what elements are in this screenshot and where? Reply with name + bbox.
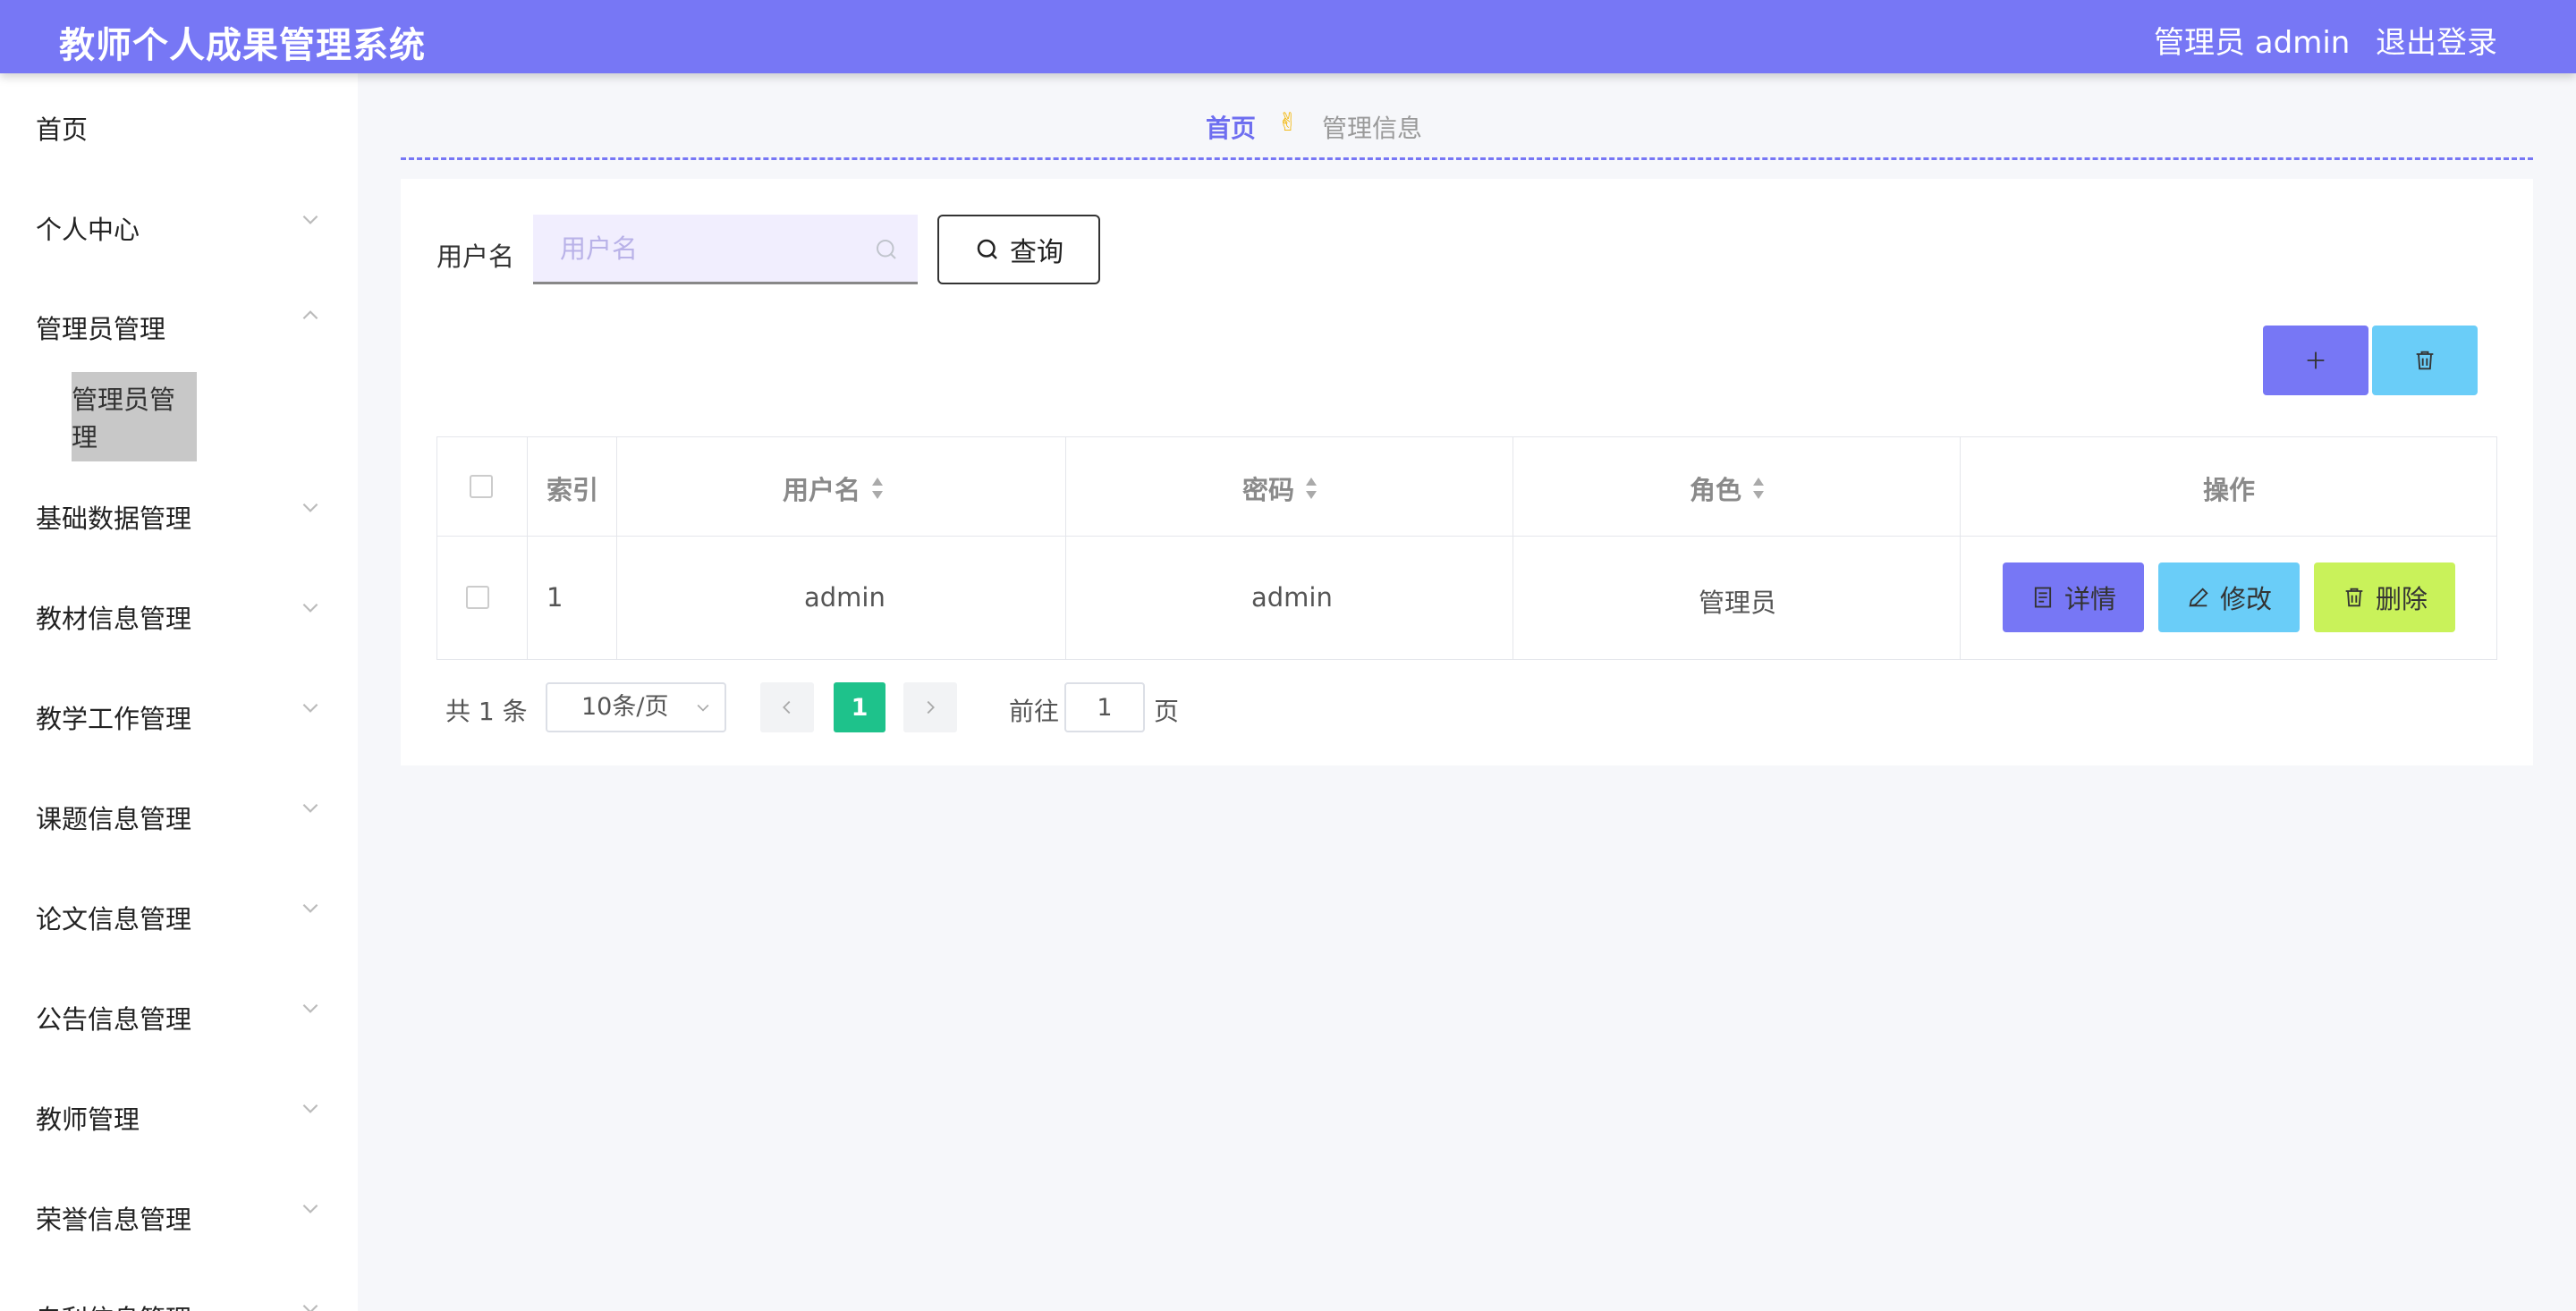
user-info: 管理员 admin xyxy=(2154,25,2351,61)
goto-page-input[interactable] xyxy=(1064,682,1145,732)
search-icon xyxy=(977,239,997,259)
chevron-right-icon xyxy=(927,700,935,715)
cell-username: admin xyxy=(804,582,886,613)
sort-icon xyxy=(1753,478,1765,499)
page-number-current[interactable]: 1 xyxy=(834,682,886,732)
search-label: 用户名 xyxy=(436,241,515,272)
edit-button-label: 修改 xyxy=(2219,584,2272,614)
sidebar-subitem-admin-management[interactable]: 管理员管理 xyxy=(72,372,197,461)
chevron-down-icon xyxy=(299,696,322,719)
chevron-down-icon xyxy=(299,1297,322,1311)
pagination-total: 共 1 条 xyxy=(445,697,528,726)
app-title: 教师个人成果管理系统 xyxy=(59,25,426,66)
sidebar-item-admin-management[interactable]: 管理员管理 xyxy=(36,309,165,346)
column-header-role[interactable]: 角色 xyxy=(1690,469,1767,507)
batch-delete-button[interactable] xyxy=(2372,326,2478,395)
column-header-password[interactable]: 密码 xyxy=(1242,469,1319,507)
cell-index: 1 xyxy=(547,582,564,613)
next-page-button[interactable] xyxy=(903,682,957,732)
chevron-down-icon xyxy=(299,495,322,519)
sidebar-item-textbook[interactable]: 教材信息管理 xyxy=(36,598,191,636)
breadcrumb-separator-icon: ✌ xyxy=(1277,107,1299,137)
search-input[interactable] xyxy=(533,215,918,284)
search-icon xyxy=(873,236,900,263)
detail-button-label: 详情 xyxy=(2063,584,2116,614)
sidebar-item-project[interactable]: 课题信息管理 xyxy=(36,799,191,836)
sidebar-item-teaching-work[interactable]: 教学工作管理 xyxy=(36,698,191,736)
trash-icon xyxy=(2416,351,2434,370)
chevron-down-icon xyxy=(299,1197,322,1220)
plus-icon xyxy=(2307,351,2325,369)
trash-icon xyxy=(2345,588,2363,607)
chevron-down-icon xyxy=(299,996,322,1019)
edit-button[interactable]: 修改 xyxy=(2158,562,2300,632)
logout-link[interactable]: 退出登录 xyxy=(2376,18,2497,62)
detail-button[interactable]: 详情 xyxy=(2003,562,2144,632)
sidebar-item-basic-data[interactable]: 基础数据管理 xyxy=(36,498,191,536)
chevron-down-icon xyxy=(299,896,322,919)
cell-role: 管理员 xyxy=(1699,588,1777,618)
sidebar-item-honor[interactable]: 荣誉信息管理 xyxy=(36,1199,191,1237)
chevron-left-icon xyxy=(783,700,791,715)
sidebar-item-home[interactable]: 首页 xyxy=(36,109,88,147)
add-button[interactable] xyxy=(2263,326,2368,395)
delete-button[interactable]: 删除 xyxy=(2314,562,2455,632)
sort-icon xyxy=(872,478,884,499)
chevron-up-icon xyxy=(299,304,322,327)
column-header-actions: 操作 xyxy=(2203,475,2256,505)
top-header: 教师个人成果管理系统 管理员 admin 退出登录 xyxy=(0,0,2576,73)
sidebar-item-patent[interactable]: 专利信息管理 xyxy=(36,1298,191,1311)
sidebar: 首页 个人中心 管理员管理 管理员管理 基础数据管理 教材信息管理 教学工作管理… xyxy=(0,73,358,1311)
breadcrumb-current: 管理信息 xyxy=(1322,114,1423,143)
page-size-value: 10条/页 xyxy=(581,693,669,721)
sidebar-item-paper[interactable]: 论文信息管理 xyxy=(36,899,191,936)
chevron-down-icon xyxy=(299,796,322,819)
column-header-username[interactable]: 用户名 xyxy=(783,469,886,507)
delete-button-label: 删除 xyxy=(2375,584,2428,614)
chevron-down-icon xyxy=(299,1096,322,1120)
chevron-down-icon xyxy=(299,596,322,619)
goto-suffix: 页 xyxy=(1154,697,1180,726)
prev-page-button[interactable] xyxy=(760,682,814,732)
admin-table: 索引 用户名 密码 角色 操作 1 admin admin 管理员 详情 修改 … xyxy=(436,436,2497,660)
sidebar-item-notice[interactable]: 公告信息管理 xyxy=(36,999,191,1036)
column-header-index: 索引 xyxy=(547,475,599,505)
sidebar-item-teacher[interactable]: 教师管理 xyxy=(36,1099,140,1137)
page-size-select[interactable]: 10条/页 xyxy=(546,682,726,732)
query-button[interactable]: 查询 xyxy=(937,215,1100,284)
breadcrumb-home[interactable]: 首页 xyxy=(1206,109,1256,145)
select-all-checkbox[interactable] xyxy=(470,475,493,498)
sort-icon xyxy=(1306,478,1318,499)
pencil-icon xyxy=(2189,588,2208,607)
breadcrumb-divider xyxy=(401,157,2533,160)
chevron-down-icon xyxy=(299,207,322,231)
document-icon xyxy=(2034,587,2052,608)
sidebar-item-personal-center[interactable]: 个人中心 xyxy=(36,209,140,247)
row-checkbox[interactable] xyxy=(466,586,489,609)
goto-label: 前往 xyxy=(1009,697,1060,726)
query-button-label: 查询 xyxy=(1010,237,1063,268)
cell-password: admin xyxy=(1251,582,1333,613)
chevron-down-icon xyxy=(697,704,709,712)
